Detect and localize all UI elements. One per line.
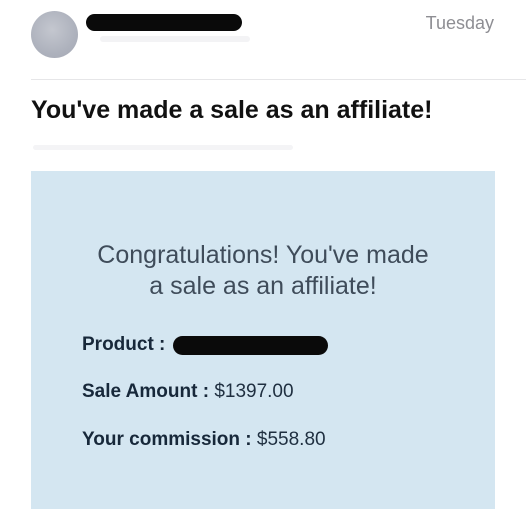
product-name-redacted [173, 336, 328, 355]
sale-amount-row: Sale Amount : $1397.00 [82, 381, 294, 403]
sale-amount-value: $1397.00 [214, 381, 294, 402]
email-date: Tuesday [425, 13, 494, 33]
commission-row: Your commission : $558.80 [82, 429, 326, 451]
card-headline-line2: a sale as an affiliate! [149, 272, 377, 300]
sale-amount-label: Sale Amount : [82, 381, 210, 402]
sale-notification-card: Congratulations! You've made a sale as a… [31, 171, 495, 509]
product-label: Product : [82, 334, 166, 355]
email-subject: You've made a sale as an affiliate! [31, 96, 433, 124]
header-divider [31, 79, 526, 80]
sender-avatar[interactable] [31, 11, 78, 58]
commission-value: $558.80 [256, 429, 326, 450]
card-headline: Congratulations! You've made a sale as a… [31, 240, 495, 302]
sender-name-redacted [86, 14, 242, 31]
email-view: Tuesday You've made a sale as an affilia… [0, 0, 526, 512]
subject-underline-placeholder [33, 145, 293, 150]
email-header: Tuesday [0, 0, 526, 80]
commission-label: Your commission : [82, 429, 252, 450]
sender-address-placeholder [100, 36, 250, 42]
product-row: Product : [82, 334, 165, 356]
card-headline-line1: Congratulations! You've made [97, 241, 429, 269]
